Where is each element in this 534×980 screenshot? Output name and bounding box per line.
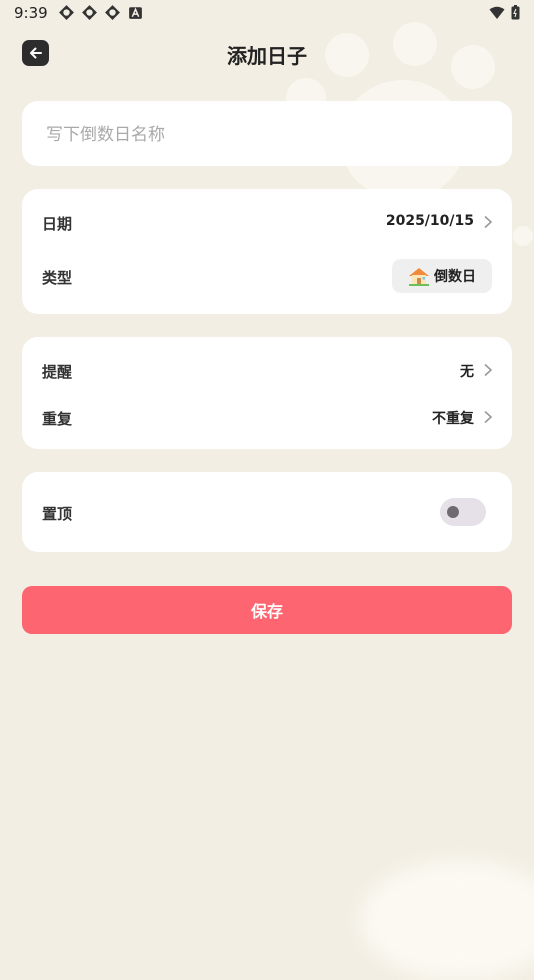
chevron-right-icon <box>484 363 493 377</box>
name-card <box>22 101 512 168</box>
keyboard-notification-icon <box>129 7 142 19</box>
toggle-knob <box>447 506 459 518</box>
save-button[interactable]: 保存 <box>22 586 512 634</box>
wifi-icon <box>489 6 505 19</box>
type-label: 类型 <box>42 269 73 287</box>
header: 添加日子 <box>0 36 534 72</box>
repeat-value: 不重复 <box>432 411 474 427</box>
system-icons <box>489 5 520 20</box>
notification-icons <box>58 4 144 21</box>
pin-label: 置顶 <box>42 505 73 523</box>
chevron-right-icon <box>484 410 493 424</box>
countdown-name-input[interactable] <box>44 101 498 168</box>
page-title: 添加日子 <box>227 44 307 68</box>
repeat-label: 重复 <box>42 410 73 428</box>
status-bar: 9:39 <box>0 0 534 28</box>
date-type-card: 日期 2025/10/15 类型 倒数日 <box>22 189 512 314</box>
type-value: 倒数日 <box>434 269 476 285</box>
type-selector-button[interactable]: 倒数日 <box>392 259 492 293</box>
pin-toggle[interactable] <box>440 498 486 526</box>
paw-decoration <box>513 226 533 246</box>
date-value: 2025/10/15 <box>385 213 474 229</box>
battery-icon <box>511 5 520 20</box>
date-label: 日期 <box>42 215 73 233</box>
app-notification-icon <box>82 5 97 20</box>
status-time: 9:39 <box>14 4 48 22</box>
corner-glow-decoration <box>360 860 534 980</box>
reminder-card: 提醒 无 重复 不重复 <box>22 337 512 449</box>
repeat-row[interactable]: 重复 不重复 <box>22 397 512 437</box>
chevron-right-icon <box>484 215 493 229</box>
reminder-row[interactable]: 提醒 无 <box>22 350 512 390</box>
pin-row: 置顶 <box>22 492 512 532</box>
date-row[interactable]: 日期 2025/10/15 <box>22 202 512 242</box>
reminder-label: 提醒 <box>42 363 73 381</box>
app-notification-icon <box>59 5 74 20</box>
pin-card: 置顶 <box>22 472 512 552</box>
app-notification-icon <box>105 5 120 20</box>
reminder-value: 无 <box>460 364 474 380</box>
house-icon <box>409 268 429 286</box>
